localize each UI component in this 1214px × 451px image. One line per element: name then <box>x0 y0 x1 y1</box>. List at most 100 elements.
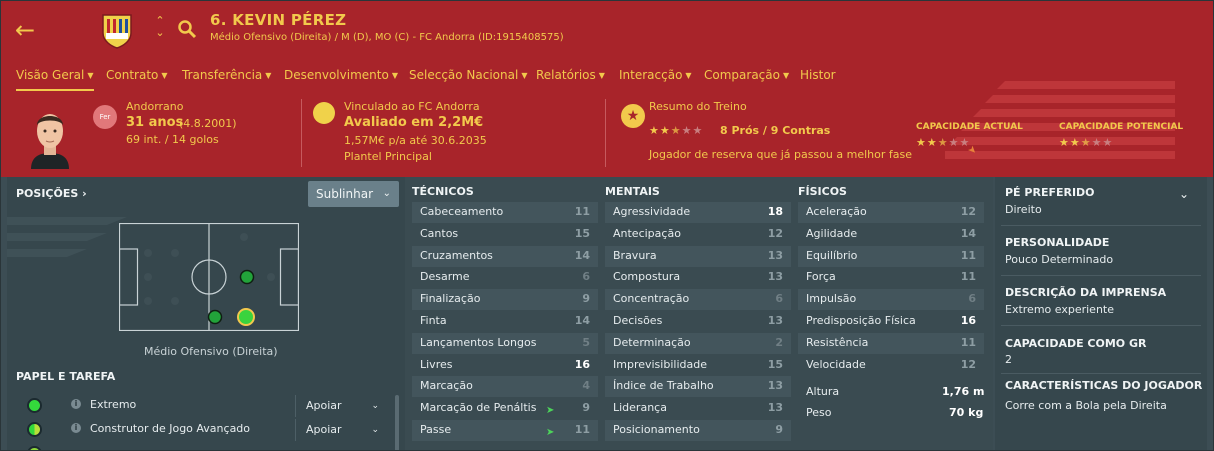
position-dot-am-centre <box>239 269 255 285</box>
attribute-row[interactable]: Cabeceamento 11 <box>412 202 598 223</box>
international-caps[interactable]: 69 int. / 14 golos <box>126 133 219 146</box>
attribute-name: Força <box>806 270 836 284</box>
info-icon[interactable]: i <box>71 399 81 409</box>
player-name-title: 6. KEVIN PÉREZ <box>210 11 347 29</box>
current-ability-stars: ★★★★★ <box>916 136 971 149</box>
attribute-value: 12 <box>960 357 976 371</box>
duty-dropdown[interactable]: Apoiar ⌄ <box>295 419 387 441</box>
positions-title[interactable]: POSIÇÕES › <box>16 187 87 200</box>
attribute-value: 6 <box>775 292 783 306</box>
attribute-name: Cantos <box>420 226 459 240</box>
attribute-name: Velocidade <box>806 357 866 371</box>
role-row[interactable]: i Extremo Apoiar ⌄ <box>15 395 395 417</box>
club-contract-label[interactable]: Vinculado ao FC Andorra <box>344 100 480 113</box>
divider <box>1001 325 1201 326</box>
role-rating-dot <box>27 422 42 437</box>
attribute-value: 12 <box>767 226 783 240</box>
attribute-row[interactable]: Cruzamentos 14 <box>412 245 598 267</box>
attribute-row[interactable]: Cantos 15 <box>412 224 598 245</box>
attribute-row[interactable]: Decisões 13 <box>605 311 791 332</box>
tab-desenvolvimento[interactable]: Desenvolvimento ▼ <box>284 65 398 91</box>
position-pitch-diagram <box>119 223 299 331</box>
attribute-row[interactable]: Impulsão 6 <box>798 289 984 311</box>
gk-ability-value: 2 <box>1005 353 1012 366</box>
attribute-row[interactable]: Agilidade 14 <box>798 224 984 245</box>
attribute-value: 5 <box>582 335 590 349</box>
attribute-row[interactable]: Agressividade 18 <box>605 202 791 223</box>
tab-relatorios[interactable]: Relatórios ▼ <box>536 65 605 91</box>
attribute-row[interactable]: Desarme 6 <box>412 267 598 288</box>
attribute-row[interactable]: Aceleração 12 <box>798 202 984 223</box>
tab-interaccao[interactable]: Interacção ▼ <box>619 65 692 91</box>
gk-ability-title: CAPACIDADE COMO GR <box>1005 337 1147 350</box>
info-icon[interactable]: i <box>71 423 81 433</box>
attribute-row[interactable]: Finta 14 <box>412 311 598 332</box>
attribute-value: 14 <box>574 314 590 327</box>
chevron-down-icon: ▼ <box>521 71 528 80</box>
attribute-row[interactable]: Marcação 4 <box>412 376 598 398</box>
potential-ability-label: CAPACIDADE POTENCIAL <box>1059 122 1184 132</box>
player-age: 31 anos <box>126 115 184 130</box>
chevron-down-icon: ▼ <box>685 71 692 80</box>
attribute-row[interactable]: Resistência 11 <box>798 332 984 354</box>
attribute-row[interactable]: Equilíbrio 11 <box>798 245 984 267</box>
player-header: ← ⌃ ⌄ 6. KEVIN PÉREZ Médio Ofensivo (Dire… <box>1 1 1213 177</box>
tab-seleccao-nacional[interactable]: Selecção Nacional ▼ <box>409 65 527 91</box>
attribute-value: 15 <box>574 226 590 240</box>
attribute-row[interactable]: Compostura 13 <box>605 267 791 288</box>
player-traits-title: CARACTERÍSTICAS DO JOGADOR <box>1005 379 1203 392</box>
role-row[interactable] <box>15 443 395 450</box>
search-icon[interactable] <box>177 19 197 39</box>
attribute-row[interactable]: Concentração 6 <box>605 289 791 311</box>
attribute-name: Predisposição Física <box>806 314 916 327</box>
tab-comparacao[interactable]: Comparação ▼ <box>704 65 789 91</box>
attribute-row[interactable]: Força 11 <box>798 267 984 288</box>
attribute-value: 12 <box>960 205 976 218</box>
attribute-name: Marcação <box>420 379 473 393</box>
player-face-avatar <box>31 114 69 169</box>
chevron-down-icon[interactable]: ⌄ <box>1179 187 1189 201</box>
attribute-value: 11 <box>574 205 590 218</box>
attribute-row[interactable]: Antecipação 12 <box>605 224 791 245</box>
personality-value: Pouco Determinado <box>1005 253 1114 266</box>
attribute-name: Cruzamentos <box>420 248 493 262</box>
attribute-value: 11 <box>960 270 976 284</box>
technical-title: TÉCNICOS <box>412 185 474 198</box>
tab-transferencia[interactable]: Transferência ▼ <box>182 65 271 91</box>
attribute-value: 4 <box>582 379 590 393</box>
attribute-name: Imprevisibilidade <box>613 357 707 371</box>
role-rating-dot <box>27 446 42 450</box>
tab-historico[interactable]: Histor <box>800 65 836 91</box>
highlight-dropdown[interactable]: Sublinhar ⌄ <box>308 181 399 207</box>
attribute-row[interactable]: Velocidade 12 <box>798 355 984 376</box>
attribute-name: Concentração <box>613 292 690 306</box>
club-crest-icon[interactable] <box>101 13 133 49</box>
chevron-down-icon: ▼ <box>161 71 168 80</box>
selected-position-name: Médio Ofensivo (Direita) <box>144 345 278 358</box>
attribute-name: Finalização <box>420 292 481 306</box>
attribute-row[interactable]: Lançamentos Longos 5 <box>412 332 598 354</box>
role-row[interactable]: i Construtor de Jogo Avançado Apoiar ⌄ <box>15 419 395 441</box>
attribute-row[interactable]: Predisposição Física 16 <box>798 311 984 332</box>
duty-dropdown[interactable]: Apoiar ⌄ <box>295 395 387 417</box>
current-ability-label: CAPACIDADE ACTUAL <box>916 122 1023 132</box>
attribute-row[interactable]: Determinação 2 <box>605 332 791 354</box>
position-dot-am-right-selected <box>237 308 255 326</box>
attribute-name: Cabeceamento <box>420 205 504 218</box>
attribute-row[interactable]: Índice de Trabalho 13 <box>605 376 791 398</box>
tab-visao-geral[interactable]: Visão Geral ▼ <box>16 65 94 91</box>
preferred-foot-value: Direito <box>1005 203 1042 216</box>
training-summary-title[interactable]: Resumo do Treino <box>649 100 747 113</box>
back-arrow-icon[interactable]: ← <box>15 17 41 43</box>
attribute-row[interactable]: Livres 16 <box>412 355 598 376</box>
scrollbar[interactable] <box>395 395 399 450</box>
attribute-value: 13 <box>767 314 783 327</box>
preferred-foot-title: PÉ PREFERIDO <box>1005 186 1095 199</box>
attribute-value: 18 <box>767 205 783 218</box>
player-traits-value: Corre com a Bola pela Direita <box>1005 399 1167 412</box>
prev-next-player-icon[interactable]: ⌃ ⌄ <box>153 15 167 39</box>
tab-contrato[interactable]: Contrato ▼ <box>106 65 168 91</box>
attribute-row[interactable]: Imprevisibilidade 15 <box>605 355 791 376</box>
attribute-row[interactable]: Finalização 9 <box>412 289 598 311</box>
attribute-row[interactable]: Bravura 13 <box>605 245 791 267</box>
